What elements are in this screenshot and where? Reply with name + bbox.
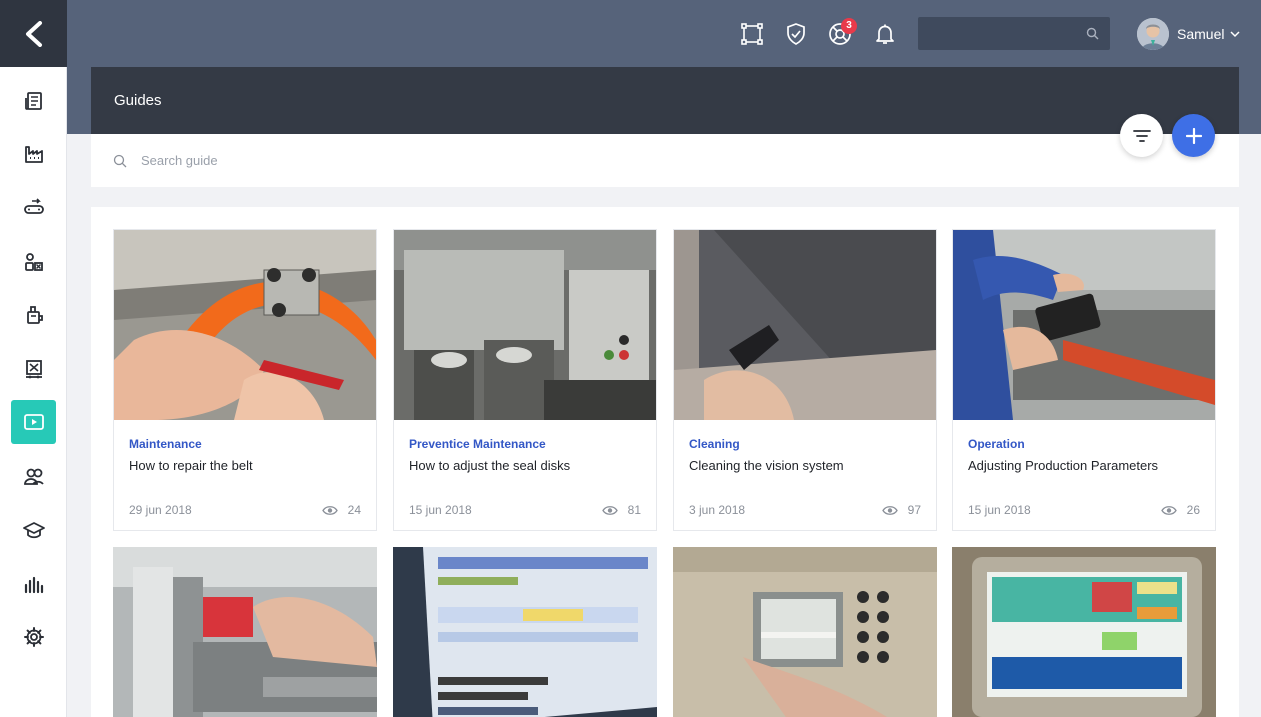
eye-icon: [601, 505, 618, 515]
page-title: Guides: [114, 92, 162, 109]
user-name: Samuel: [1177, 26, 1225, 42]
shapes-icon: [24, 253, 43, 271]
sidebar-item-settings[interactable]: [11, 615, 56, 659]
news-icon: [24, 92, 42, 110]
search-icon: [1086, 27, 1099, 40]
chevron-down-icon: [1230, 30, 1240, 37]
guide-card-thumbnail[interactable]: [673, 547, 937, 717]
plus-icon: [1185, 127, 1202, 144]
add-guide-button[interactable]: [1172, 114, 1215, 157]
guide-title: How to adjust the seal disks: [409, 458, 571, 473]
guide-view-count: 26: [1186, 503, 1200, 517]
eye-icon: [881, 505, 898, 515]
back-arrow-icon: [25, 20, 42, 47]
sidebar-item-analytics[interactable]: [11, 562, 56, 606]
guide-date: 15 jun 2018: [968, 503, 1031, 517]
filter-button[interactable]: [1120, 114, 1163, 157]
guide-thumbnail: [394, 230, 656, 420]
guide-view-count: 81: [627, 503, 641, 517]
guide-views: 97: [881, 503, 921, 517]
sidebar-item-training[interactable]: [11, 508, 56, 552]
sidebar-item-factory[interactable]: [11, 132, 56, 176]
search-icon: [113, 154, 127, 168]
sidebar-item-conveyor[interactable]: [11, 186, 56, 230]
bell-icon: [876, 24, 894, 44]
settings-icon: [23, 627, 44, 647]
guide-card-thumbnail[interactable]: [393, 547, 657, 717]
guide-category: Operation: [968, 437, 1025, 451]
guide-card-thumbnail[interactable]: [113, 547, 377, 717]
notification-count-badge: 3: [841, 18, 857, 34]
global-search-input[interactable]: [918, 17, 1110, 50]
guide-view-count: 24: [347, 503, 361, 517]
users-icon: [23, 468, 44, 485]
guide-views: 24: [321, 503, 361, 517]
back-button[interactable]: [0, 0, 67, 67]
sidebar-item-shapes[interactable]: [11, 240, 56, 284]
safety-button[interactable]: [783, 21, 809, 47]
training-icon: [22, 522, 45, 539]
guide-date: 15 jun 2018: [409, 503, 472, 517]
guide-search-bar[interactable]: Search guide: [91, 134, 1239, 187]
guide-date: 3 jun 2018: [689, 503, 746, 517]
sidebar-item-station[interactable]: [11, 347, 56, 391]
guide-category: Preventice Maintenance: [409, 437, 546, 451]
eye-icon: [321, 505, 338, 515]
filter-icon: [1132, 129, 1151, 142]
guide-title: How to repair the belt: [129, 458, 253, 473]
guide-search-input[interactable]: Search guide: [141, 153, 218, 168]
frame-select-icon: [741, 23, 763, 45]
notifications-button[interactable]: [872, 21, 898, 47]
guide-thumbnail: [953, 230, 1215, 420]
video-guide-icon: [23, 414, 44, 430]
guide-category: Cleaning: [689, 437, 740, 451]
guide-card[interactable]: Cleaning Cleaning the vision system 3 ju…: [673, 229, 937, 531]
sidebar-item-news[interactable]: [11, 79, 56, 123]
avatar: [1137, 18, 1169, 50]
conveyor-icon: [23, 198, 44, 214]
guide-thumbnail: [674, 230, 936, 420]
station-icon: [25, 360, 42, 379]
factory-icon: [24, 146, 43, 163]
sidebar-item-guides[interactable]: [11, 400, 56, 444]
guide-view-count: 97: [907, 503, 921, 517]
guide-card-thumbnail[interactable]: [952, 547, 1216, 717]
guide-category: Maintenance: [129, 437, 202, 451]
analytics-icon: [24, 576, 43, 594]
guide-card[interactable]: Maintenance How to repair the belt 29 ju…: [113, 229, 377, 531]
guide-card[interactable]: Preventice Maintenance How to adjust the…: [393, 229, 657, 531]
guide-views: 81: [601, 503, 641, 517]
guide-views: 26: [1160, 503, 1200, 517]
frame-select-button[interactable]: [739, 21, 765, 47]
sidebar: [0, 0, 67, 717]
sidebar-item-machine[interactable]: [11, 293, 56, 337]
guide-title: Adjusting Production Parameters: [968, 458, 1159, 473]
sidebar-item-users[interactable]: [11, 454, 56, 498]
user-menu[interactable]: Samuel: [1137, 17, 1240, 51]
guide-title: Cleaning the vision system: [689, 458, 844, 473]
guide-date: 29 jun 2018: [129, 503, 192, 517]
page-header: [91, 67, 1239, 134]
guide-thumbnail: [114, 230, 376, 420]
eye-icon: [1160, 505, 1177, 515]
shield-check-icon: [787, 23, 805, 45]
guide-card[interactable]: Operation Adjusting Production Parameter…: [952, 229, 1216, 531]
machine-icon: [26, 306, 43, 324]
